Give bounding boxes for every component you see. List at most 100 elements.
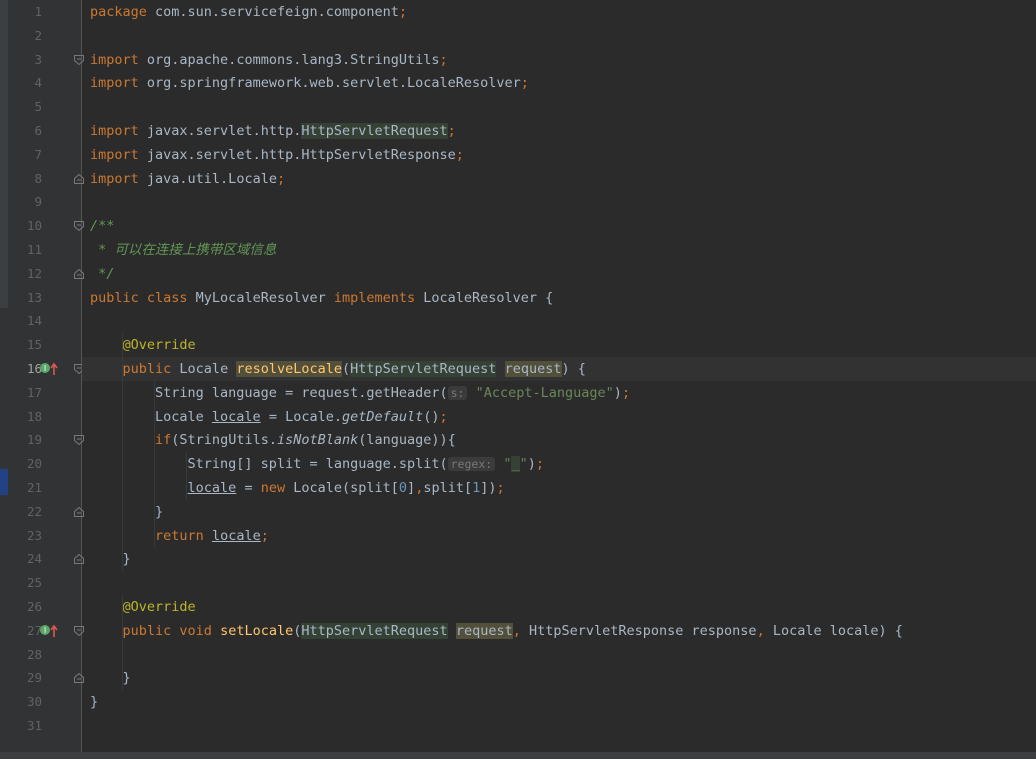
line-number: 18 xyxy=(26,408,42,424)
line-number: 19 xyxy=(26,432,42,448)
indent-guide xyxy=(122,595,123,691)
code-line[interactable] xyxy=(82,190,1036,214)
line-number: 3 xyxy=(34,51,42,67)
code-line[interactable]: */ xyxy=(82,262,1036,286)
line-number: 6 xyxy=(34,123,42,138)
code-line[interactable]: import javax.servlet.http.HttpServletRes… xyxy=(82,143,1036,167)
code-text: } xyxy=(90,503,164,520)
line-number: 1 xyxy=(34,4,42,19)
line-number: 17 xyxy=(26,384,42,400)
code-line[interactable]: package com.sun.servicefeign.component; xyxy=(82,0,1036,24)
implements-method-icon[interactable]: I xyxy=(39,624,59,638)
code-line[interactable]: import java.util.Locale; xyxy=(82,167,1036,191)
code-line[interactable] xyxy=(82,714,1036,738)
line-number: 24 xyxy=(26,551,42,567)
code-line[interactable]: if(StringUtils.isNotBlank(language)){ xyxy=(82,428,1036,452)
code-text: @Override xyxy=(122,599,196,615)
editor-gutter[interactable]: 1 2 3 4 5 6 7 8 9 10 11 12 13 14 15 16 17 18 19 20 21 22 23 24 2… xyxy=(8,0,84,759)
indent-guide xyxy=(122,333,123,572)
code-text: import javax.servlet.http.HttpServletReq… xyxy=(90,123,456,139)
code-line[interactable]: String language = request.getHeader(s: "… xyxy=(82,381,1036,405)
code-line[interactable] xyxy=(82,643,1036,667)
code-line[interactable]: } xyxy=(82,500,1036,524)
line-number: 21 xyxy=(26,480,42,495)
code-line[interactable]: } xyxy=(82,547,1036,571)
code-text: String language = request.getHeader(s: "… xyxy=(90,384,631,401)
horizontal-scrollbar[interactable] xyxy=(0,752,1036,759)
line-number: 30 xyxy=(26,694,42,710)
code-text: import org.springframework.web.servlet.L… xyxy=(90,75,529,92)
scroll-thumb[interactable] xyxy=(0,0,8,308)
line-number: 26 xyxy=(26,599,42,614)
code-line[interactable]: return locale; xyxy=(82,524,1036,548)
code-line[interactable]: locale = new Locale(split[0],split[1]); xyxy=(82,476,1036,500)
code-line[interactable]: Locale locale = Locale.getDefault(); xyxy=(82,405,1036,429)
line-number: 25 xyxy=(26,575,42,591)
code-line[interactable]: public class MyLocaleResolver implements… xyxy=(82,286,1036,310)
line-number: 9 xyxy=(34,194,42,210)
code-line[interactable]: import org.springframework.web.servlet.L… xyxy=(82,71,1036,95)
line-number: 12 xyxy=(26,265,42,281)
code-text: * 可以在连接上携带区域信息 xyxy=(90,242,277,258)
line-number: 15 xyxy=(26,337,42,353)
code-text: */ xyxy=(90,265,115,282)
line-number: 10 xyxy=(26,218,42,234)
code-line[interactable] xyxy=(82,95,1036,119)
indent-guide xyxy=(186,452,187,500)
line-number: 16 xyxy=(26,361,42,376)
code-line[interactable]: import org.apache.commons.lang3.StringUt… xyxy=(82,48,1036,72)
line-number: 7 xyxy=(34,146,42,162)
code-text: } xyxy=(90,551,131,568)
code-text: package com.sun.servicefeign.component; xyxy=(90,4,408,20)
indent-guide xyxy=(154,380,155,548)
scroll-marker xyxy=(0,469,8,495)
line-number: 5 xyxy=(34,99,42,115)
line-number: 29 xyxy=(26,670,42,686)
line-number: 28 xyxy=(26,646,42,662)
line-number: 20 xyxy=(26,456,42,472)
code-text: @Override xyxy=(122,337,196,354)
code-text: locale = new Locale(split[0],split[1]); xyxy=(187,480,505,496)
line-number: 27 xyxy=(26,622,42,638)
implements-method-icon[interactable]: I xyxy=(39,362,59,376)
code-text: String[] split = language.split(regex: "… xyxy=(90,456,545,473)
line-number: 8 xyxy=(34,170,42,186)
svg-text:I: I xyxy=(44,626,46,635)
line-number: 23 xyxy=(26,527,42,543)
code-text: import javax.servlet.http.HttpServletRes… xyxy=(90,146,464,163)
line-number: 31 xyxy=(26,718,42,733)
code-text: if(StringUtils.isNotBlank(language)){ xyxy=(155,432,456,449)
code-line[interactable]: @Override xyxy=(82,595,1036,619)
code-line[interactable]: } xyxy=(82,666,1036,690)
code-text: } xyxy=(90,670,131,687)
code-line[interactable] xyxy=(82,309,1036,333)
left-scroll-strip[interactable] xyxy=(0,0,8,759)
code-line[interactable]: /** xyxy=(82,214,1036,238)
code-text: } xyxy=(90,694,99,711)
code-text: import java.util.Locale; xyxy=(90,170,286,187)
line-number: 11 xyxy=(26,242,42,257)
svg-text:I: I xyxy=(44,364,46,373)
code-text: public void setLocale(HttpServletRequest… xyxy=(122,622,903,639)
code-text: /** xyxy=(90,218,115,235)
code-text: public class MyLocaleResolver implements… xyxy=(90,289,554,306)
code-line[interactable]: * 可以在连接上携带区域信息 xyxy=(82,238,1036,262)
code-line[interactable] xyxy=(82,24,1036,48)
code-text: return locale; xyxy=(155,527,269,544)
code-line[interactable]: String[] split = language.split(regex: "… xyxy=(82,452,1036,476)
code-text: Locale locale = Locale.getDefault(); xyxy=(90,408,448,425)
code-line[interactable]: @Override xyxy=(82,333,1036,357)
line-number: 14 xyxy=(26,313,42,329)
line-number: 4 xyxy=(34,75,42,91)
code-line[interactable]: public Locale resolveLocale(HttpServletR… xyxy=(82,357,1036,381)
code-line[interactable]: } xyxy=(82,690,1036,714)
code-text: public Locale resolveLocale(HttpServletR… xyxy=(122,361,586,377)
line-number: 2 xyxy=(34,27,42,43)
line-number: 13 xyxy=(26,289,42,305)
code-line[interactable]: import javax.servlet.http.HttpServletReq… xyxy=(82,119,1036,143)
code-line[interactable] xyxy=(82,571,1036,595)
line-number: 22 xyxy=(26,503,42,519)
code-editor[interactable]: package com.sun.servicefeign.component; i… xyxy=(82,0,1036,759)
code-text: import org.apache.commons.lang3.StringUt… xyxy=(90,51,448,68)
code-line[interactable]: public void setLocale(HttpServletRequest… xyxy=(82,619,1036,643)
